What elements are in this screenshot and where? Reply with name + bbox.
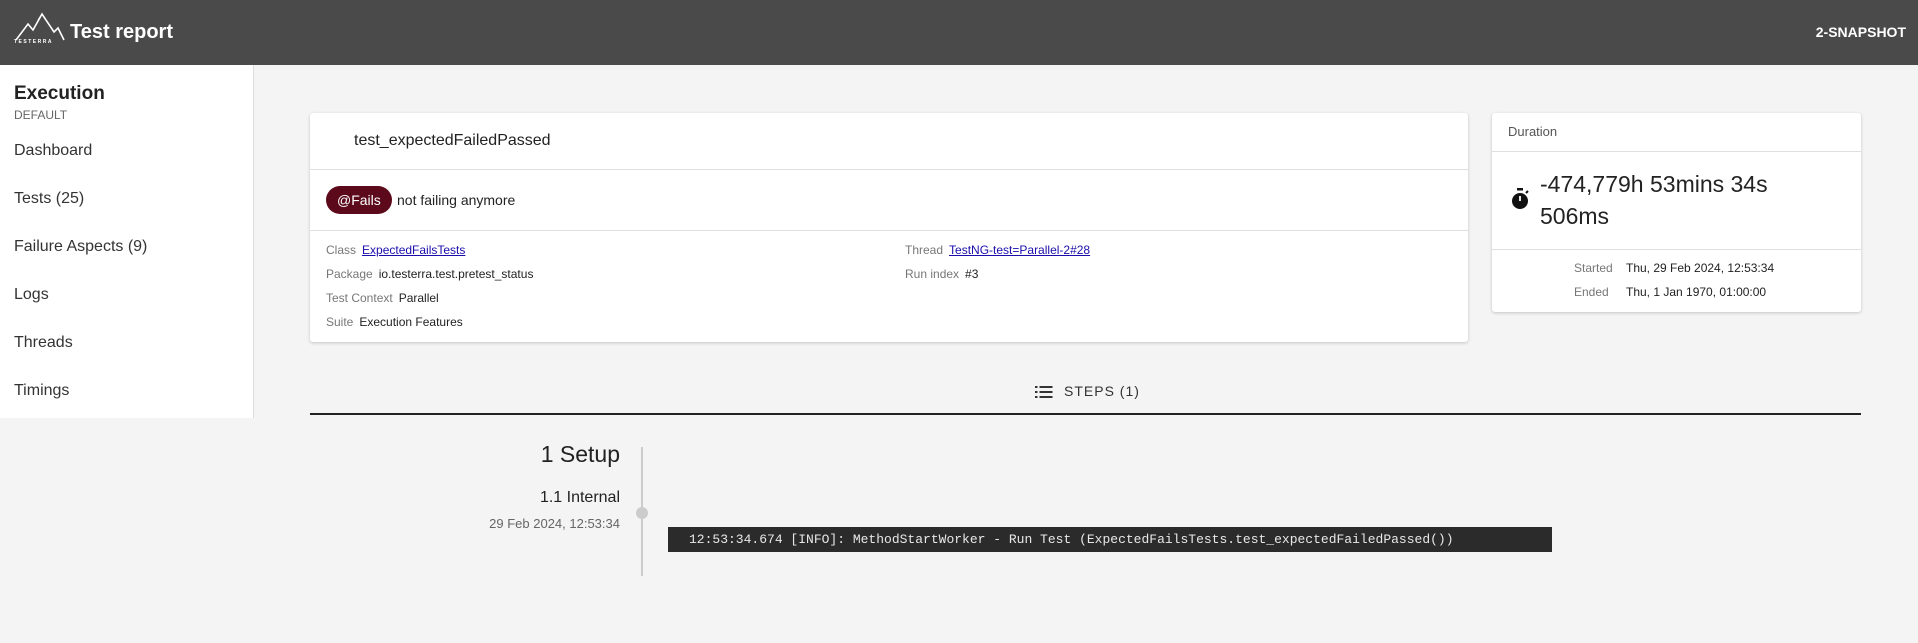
tab-steps[interactable]: STEPS (1)	[310, 370, 1861, 415]
version-label: 2-SNAPSHOT	[1815, 24, 1906, 40]
context-label: Test Context	[326, 291, 393, 305]
app-title[interactable]: Test report	[70, 21, 173, 44]
thread-label: Thread	[905, 243, 944, 257]
run-index-label: Run index	[905, 267, 960, 281]
ended-label: Ended	[1574, 285, 1609, 299]
top-bar: TESTERRA Test report 2-SNAPSHOT	[0, 0, 1918, 65]
divider	[1492, 249, 1861, 250]
divider	[310, 169, 1468, 170]
duration-title: Duration	[1508, 124, 1558, 139]
fails-badge: @Fails	[326, 186, 392, 214]
sidebar-title: Execution	[14, 83, 105, 104]
thread-link[interactable]: TestNG-test=Parallel-2#28	[949, 243, 1090, 257]
package-value: io.testerra.test.pretest_status	[378, 267, 534, 281]
fails-message: not failing anymore	[397, 192, 516, 208]
sidebar-item-failure-aspects[interactable]: Failure Aspects (9)	[14, 238, 147, 256]
sidebar-item-tests[interactable]: Tests (25)	[14, 190, 84, 208]
started-label: Started	[1574, 261, 1613, 275]
duration-card: Duration -474,779h 53mins 34s 506ms Star…	[1492, 113, 1861, 312]
thread-property: Thread TestNG-test=Parallel-2#28	[905, 243, 1090, 257]
sidebar-subtitle: DEFAULT	[14, 108, 68, 122]
class-property: Class ExpectedFailsTests	[326, 243, 465, 257]
divider	[1492, 151, 1861, 152]
package-label: Package	[326, 267, 373, 281]
class-label: Class	[326, 243, 357, 257]
sidebar-item-timings[interactable]: Timings	[14, 382, 69, 400]
context-property: Test Context Parallel	[326, 291, 439, 305]
run-index-value: #3	[965, 267, 979, 281]
test-details-card: test_expectedFailedPassed @Fails not fai…	[310, 113, 1468, 342]
divider	[310, 230, 1468, 231]
context-value: Parallel	[398, 291, 439, 305]
sidebar-item-logs[interactable]: Logs	[14, 286, 49, 304]
log-line: 12:53:34.674 [INFO]: MethodStartWorker -…	[668, 527, 1552, 552]
timeline-dot	[636, 507, 648, 519]
logo-text: TESTERRA	[14, 39, 53, 45]
steps-tab-label: STEPS (1)	[1064, 383, 1140, 399]
sidebar: Execution DEFAULT Dashboard Tests (25) F…	[0, 65, 254, 418]
substep-title: 1.1 Internal	[539, 489, 620, 506]
suite-property: Suite Execution Features	[326, 315, 463, 329]
ended-value: Thu, 1 Jan 1970, 01:00:00	[1626, 285, 1767, 299]
package-property: Package io.testerra.test.pretest_status	[326, 267, 533, 281]
list-icon	[1035, 386, 1053, 398]
run-index-property: Run index #3	[905, 267, 978, 281]
class-link[interactable]: ExpectedFailsTests	[362, 243, 465, 257]
duration-value: -474,779h 53mins 34s 506ms	[1540, 171, 1768, 229]
step-title: 1 Setup	[540, 441, 620, 467]
sidebar-item-dashboard[interactable]: Dashboard	[14, 142, 92, 160]
started-value: Thu, 29 Feb 2024, 12:53:34	[1626, 261, 1775, 275]
suite-value: Execution Features	[359, 315, 463, 329]
substep-timestamp: 29 Feb 2024, 12:53:34	[489, 516, 620, 531]
sidebar-item-threads[interactable]: Threads	[14, 334, 73, 352]
suite-label: Suite	[326, 315, 354, 329]
stopwatch-icon	[1512, 188, 1529, 209]
test-name: test_expectedFailedPassed	[354, 132, 551, 149]
